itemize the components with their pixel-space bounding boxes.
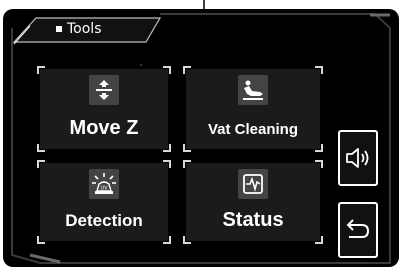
back-arrow-icon	[346, 219, 370, 238]
card-corner	[37, 160, 45, 168]
card-corner	[315, 66, 323, 74]
decor-dot	[140, 64, 142, 66]
move-z-card[interactable]: Move Z	[37, 66, 171, 152]
card-corner	[183, 236, 191, 244]
card-corner	[37, 236, 45, 244]
card-corner	[163, 160, 171, 168]
card-corner	[183, 144, 191, 152]
tools-tab: Tools	[56, 20, 102, 38]
uv-icon-text: UV	[100, 186, 108, 192]
back-button[interactable]	[338, 202, 378, 258]
vat-cleaning-label: Vat Cleaning	[207, 121, 299, 138]
status-card[interactable]: Status	[183, 160, 323, 244]
card-corner	[163, 144, 171, 152]
status-label: Status	[222, 209, 284, 231]
tab-bullet	[56, 26, 62, 32]
card-corner	[183, 160, 191, 168]
tools-screen: Tools Move Z Vat Cleaning UV Detection S…	[0, 0, 401, 269]
status-monitor-icon	[238, 169, 268, 199]
uv-detection-icon: UV	[89, 169, 119, 199]
card-corner	[163, 66, 171, 74]
card-corner	[37, 144, 45, 152]
tools-tab-label: Tools	[67, 21, 102, 37]
speaker-icon	[346, 148, 369, 168]
detection-card[interactable]: UV Detection	[37, 160, 171, 244]
card-corner	[183, 66, 191, 74]
move-z-label: Move Z	[69, 117, 139, 139]
vat-cleaning-icon	[238, 75, 268, 105]
move-z-icon	[89, 75, 119, 105]
card-corner	[37, 66, 45, 74]
card-corner	[315, 144, 323, 152]
card-corner	[163, 236, 171, 244]
card-corner	[315, 236, 323, 244]
vat-cleaning-card[interactable]: Vat Cleaning	[183, 66, 323, 152]
card-corner	[315, 160, 323, 168]
sound-button[interactable]	[338, 130, 378, 186]
detection-label: Detection	[65, 211, 143, 230]
